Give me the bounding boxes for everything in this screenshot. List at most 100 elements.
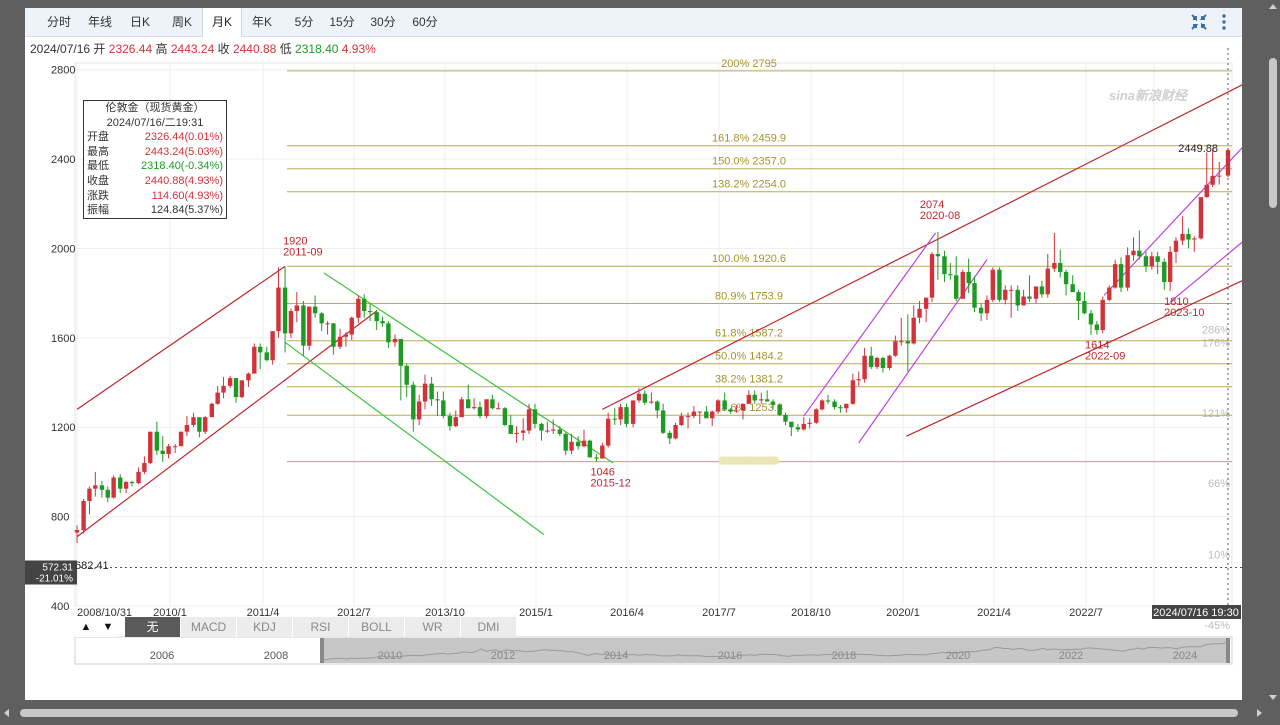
candle xyxy=(1063,269,1069,296)
candle-body xyxy=(392,338,398,343)
indicator-4[interactable]: BOLL xyxy=(349,617,405,637)
candle xyxy=(453,410,458,428)
candle xyxy=(710,410,715,427)
candle-body xyxy=(356,298,361,318)
candle-body xyxy=(239,380,245,398)
candle xyxy=(367,303,373,322)
candle-body xyxy=(1167,251,1173,282)
tooltip-row-value: 2318.40(-0.34%) xyxy=(141,160,223,173)
candle xyxy=(411,381,416,432)
candle-body xyxy=(160,450,165,455)
tooltip-row: 开盘 2326.44(0.01%) xyxy=(84,130,226,145)
candle xyxy=(1180,216,1185,246)
indicator-5[interactable]: WR xyxy=(405,617,461,637)
candle xyxy=(1167,246,1173,291)
candle xyxy=(618,403,623,425)
candle xyxy=(997,267,1002,303)
candle xyxy=(1052,232,1057,272)
scroll-down-arrow-icon[interactable] xyxy=(1269,695,1277,700)
candle-body xyxy=(618,407,623,420)
candle xyxy=(990,267,996,303)
nav-down-arrow-icon[interactable]: ▼ xyxy=(97,617,119,637)
candle-body xyxy=(233,378,239,398)
candle-body xyxy=(1210,175,1215,185)
navigator-year-label: 2016 xyxy=(718,650,742,662)
scroll-up-arrow-icon[interactable] xyxy=(1269,4,1277,9)
indicator-2[interactable]: KDJ xyxy=(237,617,293,637)
candle xyxy=(587,439,593,458)
candle xyxy=(1076,289,1081,320)
x-tick-label: 2015/1 xyxy=(519,607,553,619)
candle-body xyxy=(539,423,544,431)
candle-body xyxy=(814,409,819,423)
candle-body xyxy=(99,485,105,490)
candle-body xyxy=(416,401,422,420)
candle xyxy=(514,426,519,443)
navigator-year-label: 2012 xyxy=(491,650,515,662)
tooltip-row-label: 最高 xyxy=(87,145,109,158)
candle-body xyxy=(704,411,709,419)
scroll-right-arrow-icon[interactable] xyxy=(1257,709,1262,717)
y-tick-label: 2000 xyxy=(51,243,75,255)
candle xyxy=(660,403,666,434)
candle-body xyxy=(105,489,110,498)
candle-body xyxy=(526,409,532,431)
candle xyxy=(612,408,617,425)
candle-body xyxy=(1107,287,1112,300)
candle xyxy=(87,486,92,515)
candle-body xyxy=(349,317,354,335)
candle xyxy=(459,397,464,418)
tooltip-row-label: 最低 xyxy=(87,160,109,173)
indicator-0[interactable]: 无 xyxy=(125,617,181,637)
horizontal-scroll-thumb[interactable] xyxy=(20,709,1238,717)
candle xyxy=(331,323,336,355)
candle xyxy=(307,306,312,351)
candle xyxy=(691,406,697,419)
candle-body xyxy=(935,254,941,257)
vertical-scrollbar[interactable] xyxy=(1266,0,1280,720)
candle-body xyxy=(1198,197,1204,239)
candle-body xyxy=(990,269,996,300)
candle-body xyxy=(1033,286,1039,299)
candle-body xyxy=(764,399,770,402)
candle-body xyxy=(1008,289,1014,291)
candle-body xyxy=(453,417,458,427)
nav-up-arrow-icon[interactable]: ▲ xyxy=(75,617,97,637)
candle xyxy=(477,401,483,419)
candle xyxy=(148,431,153,465)
fib-level-label: 100.0% 1920.6 xyxy=(712,253,786,265)
candle-body xyxy=(887,355,892,369)
candle xyxy=(246,372,251,388)
candle-body xyxy=(203,417,208,432)
candle-body xyxy=(1052,262,1057,269)
indicator-3[interactable]: RSI xyxy=(293,617,349,637)
y-tick-label: 1200 xyxy=(51,422,75,434)
y-tick-label: 2800 xyxy=(51,65,75,77)
scroll-left-arrow-icon[interactable] xyxy=(4,709,9,717)
candle-body xyxy=(294,305,299,312)
navigator-year-label: 2008 xyxy=(264,650,288,662)
candle-body xyxy=(673,425,678,439)
candle xyxy=(496,402,501,410)
candle-body xyxy=(123,481,129,489)
candle-body xyxy=(118,477,123,489)
vertical-scroll-thumb[interactable] xyxy=(1269,58,1277,208)
candle xyxy=(319,312,324,332)
candle xyxy=(325,321,330,335)
candle-body xyxy=(319,313,324,324)
candle-body xyxy=(404,365,409,385)
indicator-1[interactable]: MACD xyxy=(181,617,237,637)
candle-body xyxy=(759,399,764,401)
candle xyxy=(1027,275,1032,303)
candle-body xyxy=(770,401,776,405)
candle-body xyxy=(1015,289,1020,306)
x-tick-label: 2018/10 xyxy=(791,607,831,619)
horizontal-scrollbar[interactable] xyxy=(0,706,1280,720)
candle-body xyxy=(746,394,752,404)
candle xyxy=(1094,321,1100,335)
candle-body xyxy=(1070,284,1075,293)
indicator-6[interactable]: DMI xyxy=(461,617,517,637)
fib-level-label: 161.8% 2459.9 xyxy=(712,133,786,145)
candle-body xyxy=(825,400,831,402)
candle-body xyxy=(1100,299,1105,331)
